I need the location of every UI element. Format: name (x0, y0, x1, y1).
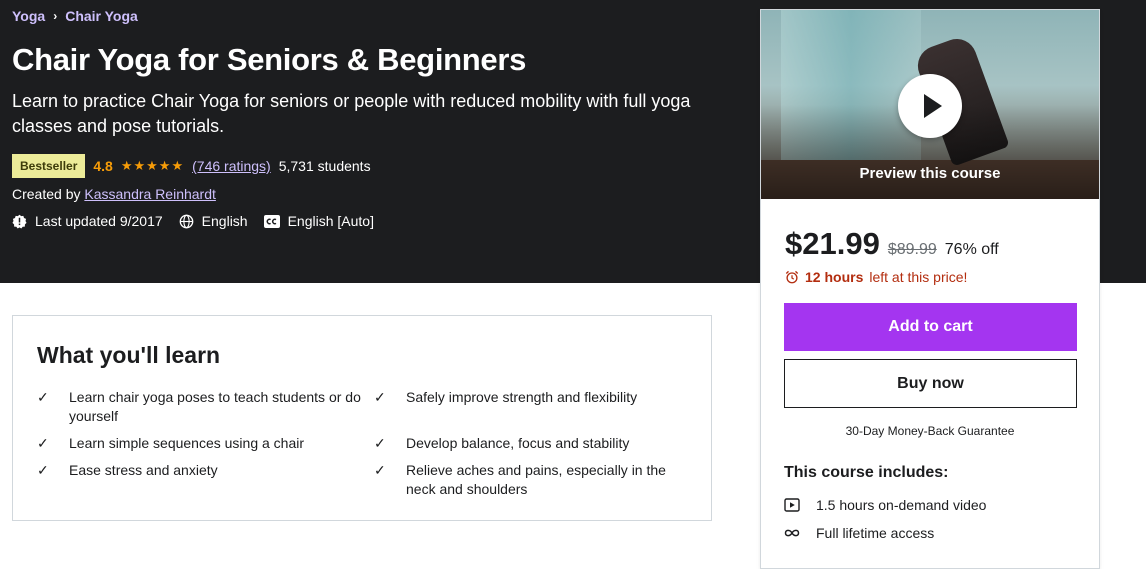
breadcrumb-chair-yoga-link[interactable]: Chair Yoga (65, 8, 138, 24)
created-by-label: Created by (12, 186, 81, 202)
learn-item-text: Ease stress and anxiety (69, 462, 218, 478)
globe-icon (179, 214, 194, 228)
last-updated: Last updated 9/2017 (12, 213, 163, 229)
video-icon (784, 498, 800, 512)
course-title: Chair Yoga for Seniors & Beginners (12, 42, 527, 77)
includes-item-label: 1.5 hours on-demand video (816, 497, 987, 513)
check-icon: ✓ (374, 389, 386, 405)
check-icon: ✓ (37, 462, 49, 478)
buy-now-button[interactable]: Buy now (784, 359, 1077, 408)
learn-item-text: Relieve aches and pains, especially in t… (406, 462, 666, 497)
students-count: 5,731 students (278, 158, 371, 174)
instructor-link[interactable]: Kassandra Reinhardt (84, 186, 216, 202)
what-youll-learn-title: What you'll learn (37, 342, 221, 368)
captions: English [Auto] (263, 213, 374, 229)
includes-item-label: Full lifetime access (816, 525, 935, 541)
alarm-clock-icon (785, 270, 799, 284)
course-preview-video[interactable]: Preview this course (761, 10, 1099, 199)
price-timer: 12 hours left at this price! (785, 269, 967, 285)
learn-item: ✓ Learn chair yoga poses to teach studen… (37, 388, 374, 426)
learn-item-text: Safely improve strength and flexibility (406, 389, 638, 405)
bestseller-badge: Bestseller (12, 154, 86, 178)
includes-item: 1.5 hours on-demand video (784, 495, 986, 515)
star-rating-icon: ★★★★★ (120, 158, 185, 173)
learn-item-text: Learn chair yoga poses to teach students… (69, 389, 361, 424)
breadcrumb: Yoga › Chair Yoga (12, 8, 138, 24)
infinity-icon (784, 529, 800, 537)
captions-text: English [Auto] (287, 213, 374, 229)
language-text: English (201, 213, 248, 229)
learn-list: ✓ Learn chair yoga poses to teach studen… (37, 388, 697, 499)
add-to-cart-button[interactable]: Add to cart (784, 303, 1077, 351)
course-includes-list: 1.5 hours on-demand video Full lifetime … (784, 495, 986, 543)
check-icon: ✓ (374, 435, 386, 451)
original-price: $89.99 (887, 241, 937, 258)
timer-hours: 12 hours (805, 269, 864, 285)
learn-item-text: Learn simple sequences using a chair (69, 435, 305, 451)
course-info-row: Last updated 9/2017 English English [Aut… (12, 213, 374, 229)
check-icon: ✓ (374, 462, 386, 478)
language: English (179, 213, 248, 229)
chevron-right-icon: › (53, 9, 58, 23)
learn-item: ✓ Learn simple sequences using a chair (37, 434, 374, 453)
what-youll-learn-box: What you'll learn ✓ Learn chair yoga pos… (12, 315, 712, 521)
breadcrumb-yoga-link[interactable]: Yoga (12, 8, 45, 24)
money-back-guarantee: 30-Day Money-Back Guarantee (845, 424, 1015, 438)
timer-text: left at this price! (869, 269, 968, 285)
rating-row: Bestseller 4.8 ★★★★★ (746 ratings) 5,731… (12, 154, 371, 178)
check-icon: ✓ (37, 435, 49, 451)
ratings-count-link[interactable]: (746 ratings) (192, 158, 271, 174)
current-price: $21.99 (785, 226, 880, 261)
closed-captions-icon (263, 214, 280, 228)
preview-label[interactable]: Preview this course (761, 165, 1099, 182)
purchase-sidebar: Preview this course $21.99 $89.99 76% of… (760, 9, 1100, 569)
course-subtitle: Learn to practice Chair Yoga for seniors… (12, 91, 691, 136)
last-updated-text: Last updated 9/2017 (35, 213, 163, 229)
play-icon[interactable] (898, 74, 962, 138)
price-row: $21.99 $89.99 76% off (785, 226, 999, 262)
discount-percent: 76% off (944, 241, 999, 258)
check-icon: ✓ (37, 389, 49, 405)
created-by: Created by Kassandra Reinhardt (12, 186, 216, 202)
learn-item: ✓ Relieve aches and pains, especially in… (374, 461, 694, 499)
rating-value: 4.8 (93, 158, 113, 174)
alert-badge-icon (12, 214, 27, 228)
includes-item: Full lifetime access (784, 523, 986, 543)
learn-item: ✓ Develop balance, focus and stability (374, 434, 694, 453)
learn-item: ✓ Ease stress and anxiety (37, 461, 374, 499)
course-includes-title: This course includes: (784, 464, 949, 481)
learn-item: ✓ Safely improve strength and flexibilit… (374, 388, 694, 426)
learn-item-text: Develop balance, focus and stability (406, 435, 630, 451)
